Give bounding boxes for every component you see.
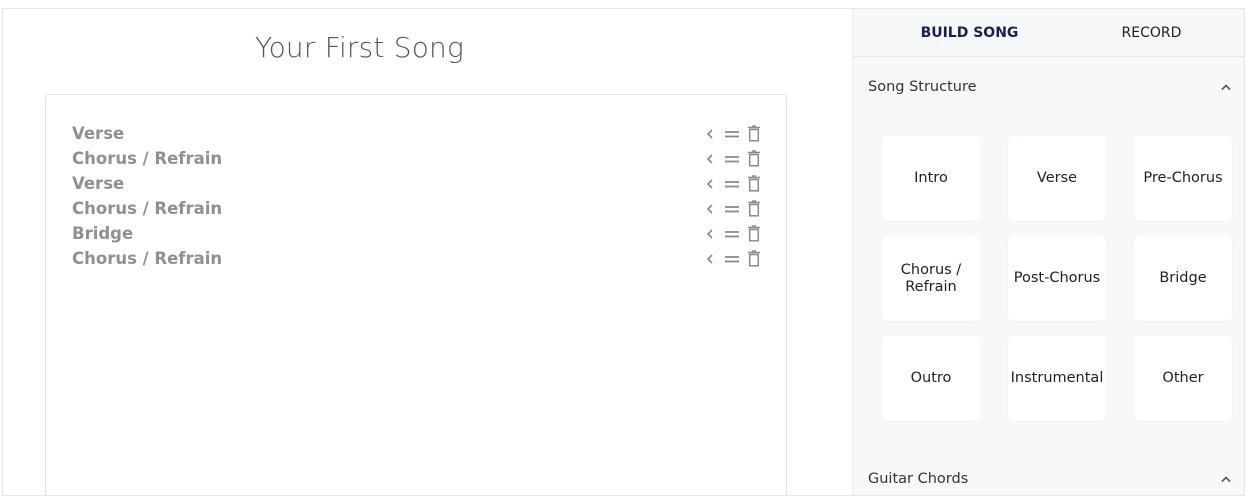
song-editor: Your First Song Verse Chorus / Refrain V… <box>3 9 851 495</box>
section-title: Guitar Chords <box>868 471 969 487</box>
part-name: Bridge <box>72 224 134 243</box>
part-name: Chorus / Refrain <box>72 249 223 268</box>
trash-icon[interactable] <box>745 200 762 218</box>
chevron-left-icon[interactable] <box>701 225 718 243</box>
drag-handle-icon[interactable] <box>723 250 740 268</box>
chevron-up-icon[interactable] <box>1219 80 1233 94</box>
build-panel: BUILD SONG RECORD Song Structure Intro V… <box>852 9 1244 495</box>
song-parts-list: Verse Chorus / Refrain Verse Chorus / Re… <box>45 94 787 495</box>
drag-handle-icon[interactable] <box>723 125 740 143</box>
part-actions <box>701 125 762 143</box>
chevron-left-icon[interactable] <box>701 250 718 268</box>
part-actions <box>701 150 762 168</box>
part-name: Verse <box>72 124 125 143</box>
trash-icon[interactable] <box>745 175 762 193</box>
list-item[interactable]: Verse <box>72 121 762 146</box>
part-actions <box>701 175 762 193</box>
chevron-left-icon[interactable] <box>701 175 718 193</box>
tile-post-chorus[interactable]: Post-Chorus <box>1008 236 1106 321</box>
trash-icon[interactable] <box>745 150 762 168</box>
tile-outro[interactable]: Outro <box>882 336 980 421</box>
trash-icon[interactable] <box>745 225 762 243</box>
tab-build-song[interactable]: BUILD SONG <box>871 9 1068 56</box>
part-name: Chorus / Refrain <box>72 199 223 218</box>
tile-instrumental[interactable]: Instrumental <box>1008 336 1106 421</box>
tab-bar: BUILD SONG RECORD <box>853 9 1244 57</box>
part-actions <box>701 250 762 268</box>
part-name: Chorus / Refrain <box>72 149 223 168</box>
trash-icon[interactable] <box>745 250 762 268</box>
tile-chorus-refrain[interactable]: Chorus / Refrain <box>882 236 980 321</box>
drag-handle-icon[interactable] <box>723 175 740 193</box>
list-item[interactable]: Chorus / Refrain <box>72 196 762 221</box>
drag-handle-icon[interactable] <box>723 150 740 168</box>
song-structure-header[interactable]: Song Structure <box>853 72 1244 102</box>
part-actions <box>701 225 762 243</box>
list-item[interactable]: Verse <box>72 171 762 196</box>
app-frame: Your First Song Verse Chorus / Refrain V… <box>2 8 1245 496</box>
part-actions <box>701 200 762 218</box>
trash-icon[interactable] <box>745 125 762 143</box>
drag-handle-icon[interactable] <box>723 225 740 243</box>
tab-record[interactable]: RECORD <box>1053 9 1244 56</box>
tile-bridge[interactable]: Bridge <box>1134 236 1232 321</box>
chevron-left-icon[interactable] <box>701 200 718 218</box>
part-name: Verse <box>72 174 125 193</box>
section-title: Song Structure <box>868 79 977 95</box>
list-item[interactable]: Bridge <box>72 221 762 246</box>
guitar-chords-header[interactable]: Guitar Chords <box>853 464 1244 494</box>
tile-verse[interactable]: Verse <box>1008 136 1106 221</box>
list-item[interactable]: Chorus / Refrain <box>72 146 762 171</box>
list-item[interactable]: Chorus / Refrain <box>72 246 762 271</box>
drag-handle-icon[interactable] <box>723 200 740 218</box>
tile-intro[interactable]: Intro <box>882 136 980 221</box>
chevron-up-icon[interactable] <box>1219 472 1233 486</box>
song-title[interactable]: Your First Song <box>3 31 716 64</box>
chevron-left-icon[interactable] <box>701 125 718 143</box>
tile-pre-chorus[interactable]: Pre-Chorus <box>1134 136 1232 221</box>
tile-other[interactable]: Other <box>1134 336 1232 421</box>
chevron-left-icon[interactable] <box>701 150 718 168</box>
